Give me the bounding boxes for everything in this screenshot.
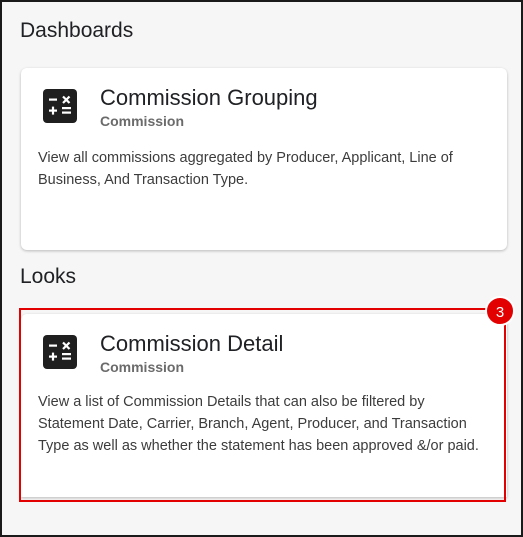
card-subtitle: Commission	[100, 113, 185, 129]
calculator-icon	[43, 89, 77, 123]
looks-heading: Looks	[20, 265, 77, 288]
card-title[interactable]: Commission Grouping	[100, 85, 318, 111]
dashboard-panel: Dashboards Commission Grouping Commissio…	[0, 0, 523, 537]
dashboards-heading: Dashboards	[20, 19, 134, 42]
card-description: View all commissions aggregated by Produ…	[38, 150, 453, 188]
commission-grouping-card[interactable]: Commission Grouping Commission View all …	[21, 68, 507, 250]
highlight-annotation-box	[19, 308, 506, 502]
annotation-badge: 3	[485, 296, 515, 326]
